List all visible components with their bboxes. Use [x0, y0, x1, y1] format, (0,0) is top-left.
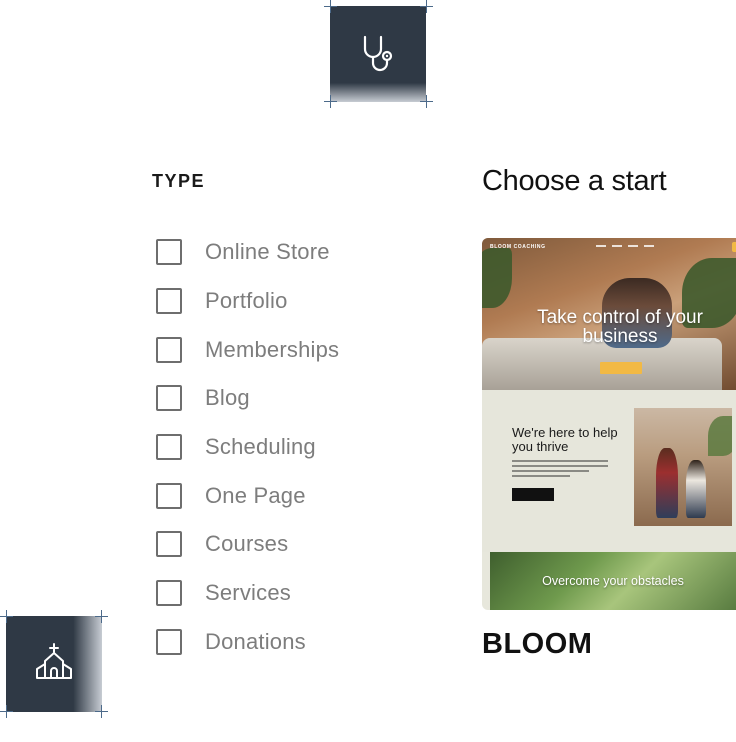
corner-mark — [420, 0, 433, 13]
checkbox[interactable] — [156, 580, 182, 606]
filter-scheduling[interactable]: Scheduling — [156, 427, 416, 467]
template-category-tile-church[interactable] — [6, 616, 102, 712]
preview-footer-text: Overcome your obstacles — [542, 574, 684, 588]
corner-mark — [95, 705, 108, 718]
filter-label: Services — [205, 580, 291, 605]
filter-label: Portfolio — [205, 288, 288, 313]
preview-nav-cta — [732, 242, 736, 252]
checkbox[interactable] — [156, 629, 182, 655]
preview-brand: BLOOM COACHING — [490, 244, 546, 250]
checkbox[interactable] — [156, 385, 182, 411]
preview-section-button — [512, 488, 554, 501]
checkbox[interactable] — [156, 434, 182, 460]
template-category-tile-health[interactable] — [330, 6, 426, 102]
filter-label: Donations — [205, 629, 306, 654]
preview-nav-links — [596, 245, 654, 247]
corner-mark — [0, 610, 13, 623]
preview-hero-title: Take control of your business — [537, 307, 703, 347]
filter-label: Scheduling — [205, 434, 316, 459]
filter-label: One Page — [205, 483, 306, 508]
checkbox[interactable] — [156, 337, 182, 363]
filter-label: Blog — [205, 385, 250, 410]
plant-decoration — [482, 248, 512, 308]
preview-section: We're here to help you thrive — [482, 390, 736, 552]
filter-portfolio[interactable]: Portfolio — [156, 281, 416, 321]
filter-courses[interactable]: Courses — [156, 524, 416, 564]
church-icon — [36, 643, 72, 679]
corner-mark — [420, 95, 433, 108]
filter-label: Online Store — [205, 239, 330, 264]
filter-one-page[interactable]: One Page — [156, 476, 416, 516]
filter-memberships[interactable]: Memberships — [156, 330, 416, 370]
filter-label: Courses — [205, 531, 289, 556]
stethoscope-icon — [363, 35, 393, 72]
preview-body-text — [512, 460, 608, 480]
checkbox[interactable] — [156, 288, 182, 314]
checkbox[interactable] — [156, 531, 182, 557]
preview-hero: BLOOM COACHING Take control of your busi… — [482, 238, 736, 390]
preview-photo — [634, 408, 732, 526]
corner-mark — [0, 705, 13, 718]
filter-blog[interactable]: Blog — [156, 378, 416, 418]
preview-section-title: We're here to help you thrive — [512, 425, 618, 454]
filter-label: Memberships — [205, 337, 340, 362]
filter-services[interactable]: Services — [156, 573, 416, 613]
template-name[interactable]: BLOOM — [482, 628, 592, 661]
checkbox[interactable] — [156, 483, 182, 509]
filter-online-store[interactable]: Online Store — [156, 232, 416, 272]
page-title: Choose a start — [482, 165, 667, 197]
corner-mark — [95, 610, 108, 623]
filter-donations[interactable]: Donations — [156, 622, 416, 662]
corner-mark — [324, 0, 337, 13]
corner-mark — [324, 95, 337, 108]
checkbox[interactable] — [156, 239, 182, 265]
filter-heading: TYPE — [152, 171, 206, 191]
template-preview-bloom[interactable]: BLOOM COACHING Take control of your busi… — [482, 238, 736, 610]
preview-hero-button — [600, 362, 642, 374]
preview-footer-banner: Overcome your obstacles — [490, 552, 736, 610]
